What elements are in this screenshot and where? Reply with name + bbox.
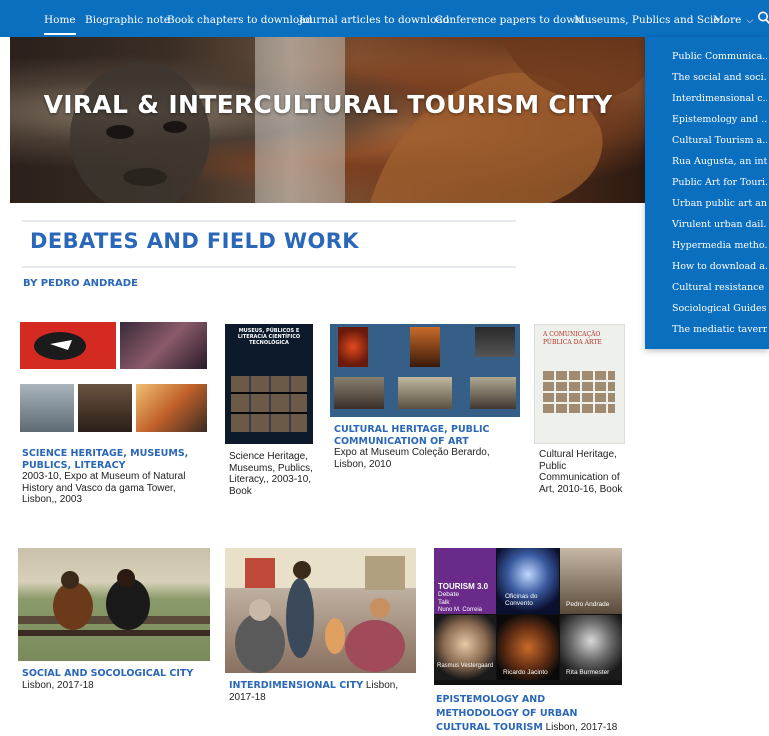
link-science-heritage[interactable]: SCIENCE HERITAGE, MUSEUMS, PUBLICS, LITE… (22, 448, 188, 471)
nav-more-button[interactable]: More ⌵ (713, 0, 753, 37)
desc-book-arte: Cultural Heritage, Public Communication … (539, 449, 623, 495)
tile-exhibition-crowd (120, 322, 207, 369)
dropdown-item-sociological-guides[interactable]: Sociological Guides... (672, 303, 767, 314)
desc-epistemology: Lisbon, 2017-18 (542, 722, 618, 733)
card-image-epistemology-poster[interactable]: TOURISM 3.0 Debate Talk Nuno M. Correia … (434, 548, 622, 685)
card-image-cultural-heritage[interactable] (330, 324, 520, 417)
dropdown-item-social-sociological[interactable]: The social and soci... (672, 72, 767, 83)
poster-tile-ricardo: Ricardo Jacinto (497, 615, 559, 680)
dropdown-item-rua-augusta[interactable]: Rua Augusta, an int... (672, 156, 767, 167)
hero-statue-face (70, 62, 210, 203)
tile-lit-gallery (136, 384, 207, 432)
poster-name3: Pedro Andrade (566, 601, 610, 608)
top-navigation: Home Biographic note Book chapters to do… (0, 0, 769, 37)
card-image-book-arte[interactable]: A COMUNICAÇÃO PÚBLICA DA ARTE (534, 324, 625, 444)
dropdown-item-cultural-tourism[interactable]: Cultural Tourism a... (672, 135, 767, 146)
card-image-science-heritage[interactable] (20, 322, 207, 442)
tile-hall-visitors (20, 384, 74, 432)
poster-name5: Ricardo Jacinto (503, 669, 548, 676)
poster-header: TOURISM 3.0 (438, 582, 489, 591)
caption-book-museus: Science Heritage, Museums, Publics, Lite… (229, 451, 314, 497)
park-scene (18, 569, 210, 636)
card-image-interdimensional-city[interactable] (225, 548, 416, 673)
dropdown-item-urban-public-art[interactable]: Urban public art an... (672, 198, 767, 209)
divider-bottom (22, 266, 516, 268)
desc-cultural-heritage: Expo at Museum Coleção Berardo, Lisbon, … (334, 447, 490, 470)
nav-biographic-note[interactable]: Biographic note (85, 0, 170, 37)
caption-book-arte: Cultural Heritage, Public Communication … (539, 449, 624, 495)
poster-sub1: Debate (438, 591, 459, 598)
link-interdimensional-city[interactable]: INTERDIMENSIONAL CITY (229, 680, 363, 691)
tile-art-pieces (470, 377, 516, 409)
nav-more-label: More (713, 14, 742, 26)
tile-gallery-room (334, 377, 384, 409)
poster-sub2: Talk (438, 599, 450, 606)
card-image-book-museus[interactable]: MUSEUS, PÚBLICOS E LITERACIA CIENTÍFICO … (225, 324, 313, 444)
hero-title: VIRAL & INTERCULTURAL TOURISM CITY (43, 90, 613, 119)
nav-journal-articles[interactable]: Journal articles to download (299, 0, 449, 37)
dropdown-item-interdimensional[interactable]: Interdimensional c... (672, 93, 767, 104)
market-scene (225, 548, 416, 673)
tile-exhibition-hall (398, 377, 452, 409)
nav-home[interactable]: Home (44, 0, 76, 37)
hero-banner: VIRAL & INTERCULTURAL TOURISM CITY (10, 37, 646, 203)
link-social-city[interactable]: SOCIAL AND SOCOLOGICAL CITY (22, 668, 193, 679)
book-cover-title: MUSEUS, PÚBLICOS E LITERACIA CIENTÍFICO … (237, 328, 301, 346)
art-book-photo-grid (543, 369, 615, 413)
dropdown-item-mediatic-tavern[interactable]: The mediatic tavern (672, 324, 767, 335)
nav-book-chapters[interactable]: Book chapters to download (167, 0, 312, 37)
desc-social-city: Lisbon, 2017-18 (22, 679, 94, 691)
caption-social-city: SOCIAL AND SOCOLOGICAL CITY Lisbon, 2017… (22, 668, 212, 691)
tile-red-poster (20, 322, 116, 369)
desc-book-museus: Science Heritage, Museums, Publics, Lite… (229, 451, 313, 497)
nav-museums-publics[interactable]: Museums, Publics and Scie... (574, 0, 730, 37)
poster-tile-tourism: TOURISM 3.0 Debate Talk Nuno M. Correia (434, 548, 496, 614)
desc-science-heritage: 2003-10, Expo at Museum of Natural Histo… (22, 471, 186, 505)
tile-dark-object (475, 327, 515, 357)
author-byline: BY PEDRO ANDRADE (23, 278, 138, 289)
caption-interdimensional-city: INTERDIMENSIONAL CITY Lisbon, 2017-18 (229, 680, 419, 703)
tile-dark-exhibit (78, 384, 132, 432)
caption-epistemology: EPISTEMOLOGY AND METHODOLOGY OF URBAN CU… (436, 693, 631, 735)
nav-conference-papers[interactable]: Conference papers to down... (435, 0, 592, 37)
poster-tile-rita: Rita Burmester (560, 615, 622, 680)
book-cover-photo-grid (231, 376, 307, 432)
tile-orange-figure (410, 327, 440, 367)
poster-tile-convento: Oficinas do Convento (497, 548, 559, 614)
divider-top (22, 220, 516, 222)
page-title: DEBATES AND FIELD WORK (30, 229, 359, 253)
link-cultural-heritage[interactable]: CULTURAL HERITAGE, PUBLIC COMMUNICATION … (334, 424, 489, 447)
art-book-title: A COMUNICAÇÃO PÚBLICA DA ARTE (543, 331, 602, 346)
poster-name1: Nuno M. Correia (438, 607, 483, 613)
card-image-social-city[interactable] (18, 548, 210, 661)
caption-science-heritage: SCIENCE HERITAGE, MUSEUMS, PUBLICS, LITE… (22, 448, 212, 506)
chevron-down-icon: ⌵ (746, 16, 754, 26)
dropdown-item-cultural-resistance[interactable]: Cultural resistance ... (672, 282, 767, 293)
poster-name2: Oficinas do Convento (505, 593, 538, 607)
search-icon[interactable] (757, 10, 769, 26)
dropdown-item-virulent-urban[interactable]: Virulent urban dail... (672, 219, 767, 230)
poster-tile-rasmus: Rasmus Vestergaard (434, 615, 496, 680)
poster-name6: Rita Burmester (566, 669, 610, 676)
dropdown-item-hypermedia[interactable]: Hypermedia metho... (672, 240, 767, 251)
dropdown-item-epistemology[interactable]: Epistemology and ... (672, 114, 767, 125)
dropdown-item-how-to-download[interactable]: How to download a... (672, 261, 767, 272)
poster-name4: Rasmus Vestergaard (437, 663, 494, 669)
caption-cultural-heritage: CULTURAL HERITAGE, PUBLIC COMMUNICATION … (334, 424, 514, 470)
dropdown-item-public-communication[interactable]: Public Communica... (672, 51, 767, 62)
dropdown-item-public-art-tourism[interactable]: Public Art for Touri... (672, 177, 767, 188)
poster-tile-pedro: Pedro Andrade (560, 548, 622, 614)
tile-red-sculpture (338, 327, 368, 367)
more-dropdown-menu: Public Communica... The social and soci.… (645, 37, 769, 349)
